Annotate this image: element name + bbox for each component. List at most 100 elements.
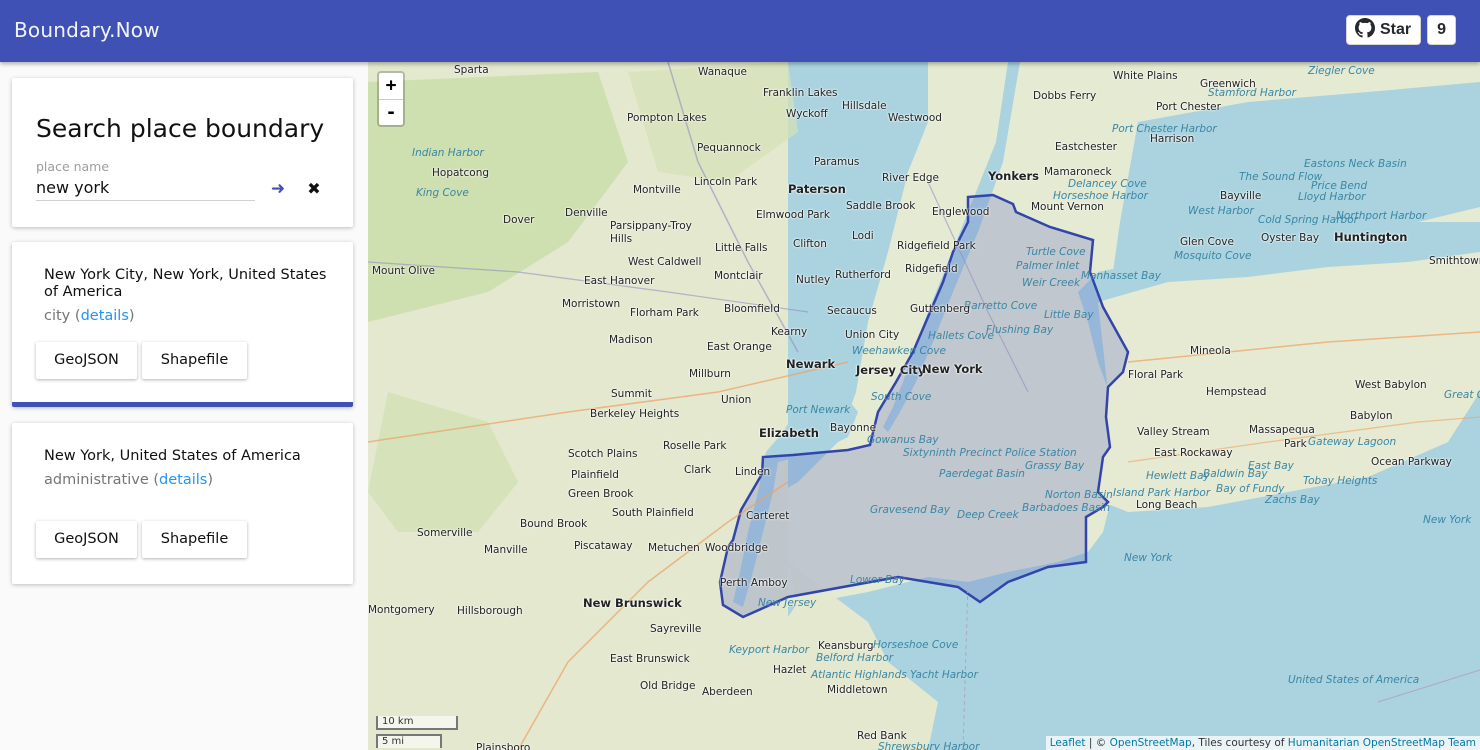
map-label: Dobbs Ferry: [1033, 90, 1097, 102]
details-link[interactable]: details: [159, 472, 207, 488]
map-label: Roselle Park: [663, 440, 727, 452]
zoom-in-button[interactable]: +: [379, 73, 403, 99]
map-label: Florham Park: [630, 307, 699, 319]
map-label: Clark: [684, 464, 712, 476]
map-label: Port Chester: [1156, 101, 1221, 113]
map-label: Babylon: [1350, 410, 1393, 422]
map-label: Indian Harbor: [412, 147, 484, 159]
geojson-download-button[interactable]: GeoJSON: [36, 521, 137, 558]
map-label: Ridgefield Park: [897, 240, 976, 252]
shapefile-download-button[interactable]: Shapefile: [142, 521, 247, 558]
map-label: Hallets Cove: [928, 330, 994, 342]
map-label: Ocean Parkway: [1371, 456, 1452, 468]
map-label: Sayreville: [650, 623, 702, 635]
map-label: Gravesend Bay: [870, 504, 951, 516]
place-name-input[interactable]: [36, 175, 255, 201]
map-label: Franklin Lakes: [763, 87, 838, 99]
map-label: Barretto Cove: [964, 300, 1038, 312]
map-label: New York: [1423, 514, 1472, 526]
map-label: Bayonne: [830, 422, 877, 434]
github-star-count[interactable]: 9: [1427, 15, 1456, 45]
attribution-tiles-text: , Tiles courtesy of: [1191, 737, 1288, 749]
github-star-button[interactable]: Star: [1345, 15, 1422, 45]
map-label: Middletown: [827, 684, 888, 696]
map[interactable]: Sparta Wanaque Franklin Lakes Hillsdale …: [368, 62, 1480, 750]
map-label: Wanaque: [698, 66, 748, 78]
map-label: Turtle Cove: [1026, 246, 1086, 258]
map-label: Mount Vernon: [1031, 201, 1104, 213]
map-attribution: Leaflet | © OpenStreetMap, Tiles courtes…: [1045, 736, 1480, 750]
map-label: Manville: [484, 544, 528, 556]
map-label: Clifton: [793, 238, 827, 250]
scale-bar-mi: 5 mi: [376, 734, 442, 748]
map-label: East Hanover: [584, 275, 655, 287]
map-label: South Cove: [871, 391, 932, 403]
map-label: Great Co: [1444, 389, 1480, 401]
github-star-label: Star: [1379, 21, 1412, 38]
map-label: Linden: [735, 466, 771, 478]
clear-search-button[interactable]: ✖: [304, 179, 324, 199]
map-label: Hills: [610, 233, 633, 245]
map-label: Deep Creek: [957, 509, 1019, 521]
map-label: Perth Amboy: [720, 577, 788, 589]
map-label: Scotch Plains: [568, 448, 638, 460]
map-label: Ridgefield: [905, 263, 958, 275]
hot-link[interactable]: Humanitarian OpenStreetMap Team: [1288, 737, 1476, 749]
result-card-selected[interactable]: New York City, New York, United States o…: [12, 242, 353, 407]
map-label: Floral Park: [1128, 369, 1184, 381]
leaflet-link[interactable]: Leaflet: [1050, 737, 1086, 749]
osm-link[interactable]: OpenStreetMap: [1110, 737, 1192, 749]
map-label: Englewood: [932, 206, 990, 218]
map-label: Plainsboro: [476, 742, 531, 750]
search-heading: Search place boundary: [36, 114, 325, 143]
map-label: New Jersey: [758, 597, 817, 609]
search-submit-button[interactable]: ➜: [268, 179, 288, 199]
map-label: West Caldwell: [628, 256, 702, 268]
map-label: Old Bridge: [640, 680, 696, 692]
zoom-out-button[interactable]: -: [379, 99, 403, 125]
map-label: Lincoln Park: [694, 176, 758, 188]
map-label: Plainfield: [571, 469, 619, 481]
map-label: Shrewsbury Harbor: [878, 741, 980, 750]
map-label: Eastchester: [1055, 141, 1117, 153]
map-label: East Brunswick: [610, 653, 690, 665]
map-label: Paramus: [814, 156, 860, 168]
map-label: Berkeley Heights: [590, 408, 680, 420]
map-label: Delancey Cove: [1068, 178, 1147, 190]
map-label: Aberdeen: [702, 686, 753, 698]
map-label: Union City: [845, 329, 900, 341]
map-label: Barbadoes Basin: [1022, 502, 1111, 514]
map-label: Grassy Bay: [1025, 460, 1085, 472]
map-label: Hazlet: [773, 664, 807, 676]
map-label: Piscataway: [574, 540, 633, 552]
map-label: Bound Brook: [520, 518, 588, 530]
map-label: Horseshoe Cove: [873, 639, 959, 651]
shapefile-download-button[interactable]: Shapefile: [142, 342, 247, 379]
map-label: Gateway Lagoon: [1308, 436, 1397, 448]
map-label: Summit: [611, 388, 652, 400]
map-label: The Sound Flow: [1239, 171, 1323, 183]
map-label: River Edge: [882, 172, 939, 184]
map-label: Island Park Harbor: [1113, 487, 1211, 499]
zoom-control: + -: [377, 71, 405, 127]
map-label: Bayville: [1220, 190, 1262, 202]
map-label: Nutley: [796, 274, 831, 286]
sidebar: Search place boundary place name ➜ ✖ New…: [0, 62, 368, 750]
map-label: Paterson: [788, 182, 846, 196]
map-label: Zachs Bay: [1265, 494, 1320, 506]
map-label: West Babylon: [1355, 379, 1427, 391]
map-label: Denville: [565, 207, 608, 219]
map-label: Montgomery: [368, 604, 435, 616]
result-name: New York City, New York, United States o…: [44, 267, 327, 300]
map-label: Union: [721, 394, 752, 406]
map-label: East Orange: [707, 341, 772, 353]
result-type: administrative (details): [44, 472, 214, 488]
result-card[interactable]: New York, United States of America admin…: [12, 423, 353, 584]
map-label: Stamford Harbor: [1208, 87, 1296, 99]
map-label: Pompton Lakes: [627, 112, 707, 124]
map-label: South Plainfield: [612, 507, 694, 519]
map-label: Valley Stream: [1137, 426, 1210, 438]
details-link[interactable]: details: [81, 308, 129, 324]
geojson-download-button[interactable]: GeoJSON: [36, 342, 137, 379]
app-title[interactable]: Boundary.Now: [14, 18, 160, 42]
